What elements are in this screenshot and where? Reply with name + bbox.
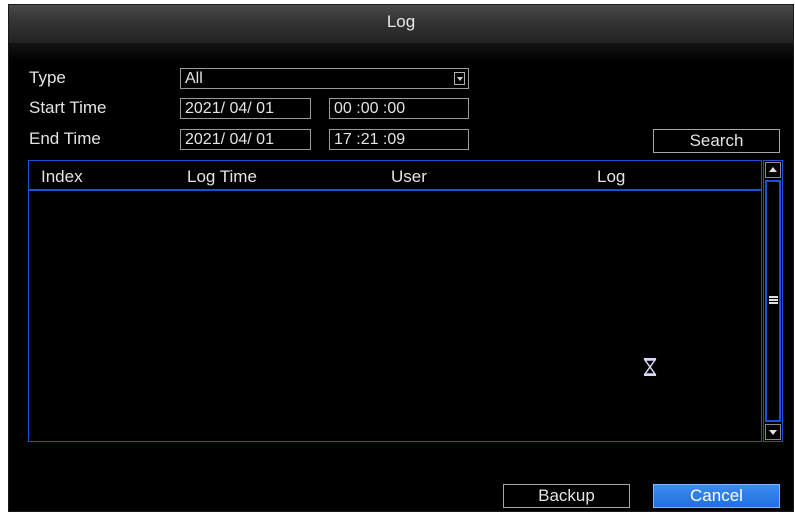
hourglass-icon <box>643 358 657 376</box>
table-scrollbar[interactable] <box>763 160 783 442</box>
search-button[interactable]: Search <box>653 129 780 153</box>
arrow-up-icon[interactable] <box>765 162 781 178</box>
scroll-track[interactable] <box>765 180 781 422</box>
column-log[interactable]: Log <box>597 167 625 187</box>
table-header: Index Log Time User Log <box>29 161 761 191</box>
title-shade <box>9 43 793 61</box>
start-time-label: Start Time <box>29 98 107 117</box>
cancel-button[interactable]: Cancel <box>653 484 780 508</box>
end-time-field[interactable]: 17 :21 :09 <box>329 129 469 150</box>
dialog-title: Log <box>9 5 793 43</box>
column-log-time[interactable]: Log Time <box>187 167 257 187</box>
start-date-field[interactable]: 2021/ 04/ 01 <box>180 98 311 119</box>
type-dropdown[interactable]: All <box>180 68 469 89</box>
arrow-down-icon[interactable] <box>765 424 781 440</box>
backup-button[interactable]: Backup <box>503 484 630 508</box>
log-table: Index Log Time User Log <box>28 160 762 442</box>
scroll-grip-icon[interactable] <box>769 296 778 304</box>
end-time-label: End Time <box>29 129 101 148</box>
column-user[interactable]: User <box>391 167 427 187</box>
chevron-down-icon[interactable] <box>454 72 465 85</box>
end-date-field[interactable]: 2021/ 04/ 01 <box>180 129 311 150</box>
log-dialog: Log Type All Start Time 2021/ 04/ 01 00 … <box>8 4 794 512</box>
type-value: All <box>185 70 203 87</box>
type-label: Type <box>29 68 66 87</box>
start-time-field[interactable]: 00 :00 :00 <box>329 98 469 119</box>
column-index[interactable]: Index <box>41 167 83 187</box>
